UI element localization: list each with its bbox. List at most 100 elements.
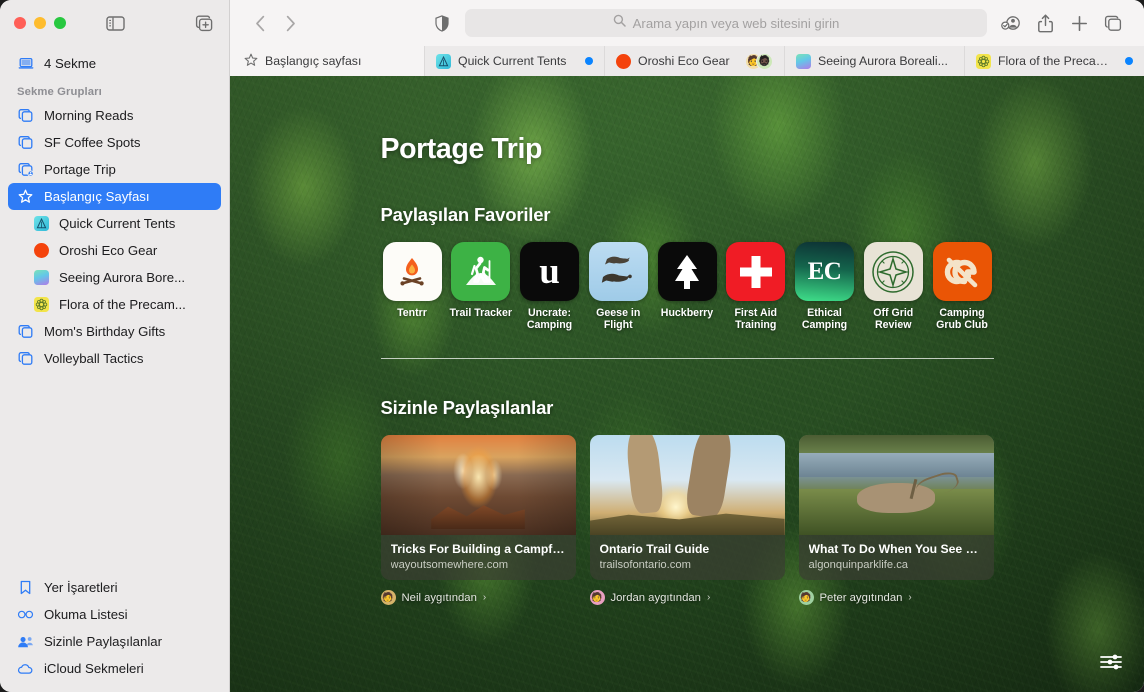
tab-label: Seeing Aurora Boreali... — [818, 54, 948, 68]
sidebar-item-bookmarks[interactable]: Yer İşaretleri — [8, 574, 221, 601]
favorite-label: Off Grid Review — [873, 307, 914, 331]
tab-flora-of-the-precambrian[interactable]: Flora of the Precambi... — [965, 46, 1144, 76]
favorite-uncrate-camping[interactable]: u Uncrate: Camping — [518, 242, 581, 331]
sidebar-group-volleyball-tactics[interactable]: Volleyball Tactics — [8, 345, 221, 372]
shared-with-you-heading: Sizinle Paylaşılanlar — [380, 397, 554, 418]
sidebar-group-morning-reads[interactable]: Morning Reads — [8, 102, 221, 129]
laptop-icon — [17, 55, 34, 72]
sidebar-scroll: 4 Sekme Sekme Grupları Morning Reads SF … — [0, 46, 229, 574]
address-bar-placeholder: Arama yapın veya web sitesini girin — [632, 15, 840, 31]
shared-profile-icon[interactable] — [995, 9, 1027, 37]
tab-quick-current-tents[interactable]: Quick Current Tents — [425, 46, 605, 76]
card-sender-row[interactable]: 🧑 Neil aygıtından › — [380, 590, 576, 605]
sidebar-toggle-icon[interactable] — [104, 12, 126, 34]
tab-start-page[interactable]: Başlangıç sayfası — [230, 46, 425, 76]
favorite-trail-tracker[interactable]: Trail Tracker — [449, 242, 512, 331]
favorite-label: Geese in Flight — [596, 307, 641, 331]
tab-label: Başlangıç sayfası — [265, 54, 362, 68]
new-tab-plus-icon[interactable] — [1063, 9, 1095, 37]
new-tab-group-icon[interactable] — [193, 12, 215, 34]
forward-chevron-icon[interactable] — [275, 9, 305, 37]
sidebar-item-reading-list[interactable]: Okuma Listesi — [8, 601, 221, 628]
compass-icon — [863, 242, 923, 301]
sidebar-group-sf-coffee-spots[interactable]: SF Coffee Spots — [8, 129, 221, 156]
sidebar: 4 Sekme Sekme Grupları Morning Reads SF … — [0, 0, 230, 692]
favorite-ethical-camping[interactable]: EC Ethical Camping — [793, 242, 856, 331]
card-site: trailsofontario.com — [599, 559, 691, 571]
card-title: Ontario Trail Guide — [599, 542, 710, 556]
favorite-first-aid-training[interactable]: First Aid Training — [724, 242, 787, 331]
hikers-sunset-photo — [589, 435, 785, 535]
sidebar-group-label: Portage Trip — [44, 162, 116, 177]
shared-with-you-icon — [17, 633, 34, 650]
shared-card-campfire[interactable]: Tricks For Building a Campfire—F... wayo… — [380, 435, 576, 605]
search-icon — [613, 14, 626, 32]
safari-window: 4 Sekme Sekme Grupları Morning Reads SF … — [0, 0, 1144, 692]
favorite-camping-grub-club[interactable]: Camping Grub Club — [931, 242, 994, 331]
card-meta: Ontario Trail Guide trailsofontario.com — [589, 535, 785, 580]
sidebar-tab-label: Oroshi Eco Gear — [59, 243, 158, 258]
sidebar-item-icloud-tabs[interactable]: iCloud Sekmeleri — [8, 655, 221, 682]
tab-group-icon — [17, 134, 34, 151]
first-aid-cross-icon — [726, 242, 786, 301]
sidebar-groups-header: Sekme Grupları — [17, 86, 102, 98]
hiker-icon — [451, 242, 511, 301]
avatar: 🧑 — [798, 590, 814, 605]
sidebar-item-devices[interactable]: 4 Sekme — [8, 50, 221, 77]
tab-oroshi-eco-gear[interactable]: Oroshi Eco Gear 🧑 🧔🏿 — [605, 46, 785, 76]
window-controls-row — [0, 0, 229, 46]
favorite-label: Tentrr — [397, 307, 427, 319]
card-site: wayoutsomewhere.com — [390, 559, 509, 571]
sidebar-bottom-label: iCloud Sekmeleri — [44, 661, 144, 676]
shared-tab-group-icon — [17, 161, 34, 178]
sidebar-group-portage-trip[interactable]: Portage Trip — [8, 156, 221, 183]
favorite-geese-in-flight[interactable]: Geese in Flight — [587, 242, 650, 331]
aurora-gradient-favicon — [796, 53, 811, 69]
tab-seeing-aurora-borealis[interactable]: Seeing Aurora Boreali... — [785, 46, 965, 76]
shared-card-moose[interactable]: What To Do When You See a Moo... algonqu… — [798, 435, 994, 605]
favorite-huckberry[interactable]: Huckberry — [656, 242, 719, 331]
pine-tree-icon — [657, 242, 717, 301]
sidebar-group-label: SF Coffee Spots — [44, 135, 141, 150]
favorite-off-grid-review[interactable]: Off Grid Review — [862, 242, 925, 331]
tab-activity-dot — [1125, 57, 1133, 65]
star-icon — [17, 188, 34, 205]
tab-group-icon — [17, 107, 34, 124]
address-search-bar[interactable]: Arama yapın veya web sitesini girin — [465, 9, 987, 37]
sidebar-tab-flora-precambrian[interactable]: Flora of the Precam... — [8, 291, 221, 318]
aurora-gradient-favicon — [34, 270, 49, 285]
sidebar-tab-start-page[interactable]: Başlangıç Sayfası — [8, 183, 221, 210]
star-icon — [244, 53, 258, 70]
zoom-button[interactable] — [54, 17, 66, 29]
card-sender-row[interactable]: 🧑 Jordan aygıtından › — [589, 590, 785, 605]
avatar: 🧑 — [589, 590, 605, 605]
tent-favicon — [34, 216, 49, 231]
sidebar-group-moms-birthday-gifts[interactable]: Mom's Birthday Gifts — [8, 318, 221, 345]
minimize-button[interactable] — [34, 17, 46, 29]
back-chevron-icon[interactable] — [245, 9, 275, 37]
card-meta: What To Do When You See a Moo... algonqu… — [798, 535, 994, 580]
share-icon[interactable] — [1029, 9, 1061, 37]
privacy-shield-icon[interactable] — [427, 9, 457, 37]
shared-card-ontario-trail[interactable]: Ontario Trail Guide trailsofontario.com … — [589, 435, 785, 605]
tab-overview-icon[interactable] — [1097, 9, 1129, 37]
sidebar-tab-label: Başlangıç Sayfası — [44, 189, 150, 204]
chevron-right-icon: › — [482, 592, 487, 603]
elk-lake-photo — [798, 435, 994, 535]
shared-favorites-heading: Paylaşılan Favoriler — [380, 204, 551, 225]
sidebar-group-label: Morning Reads — [44, 108, 134, 123]
tab-group-icon — [17, 350, 34, 367]
sidebar-tab-oroshi-eco-gear[interactable]: Oroshi Eco Gear — [8, 237, 221, 264]
favorite-tentrr[interactable]: Tentrr — [381, 242, 444, 331]
card-sender-label: Peter aygıtından — [819, 591, 903, 604]
toolbar: Arama yapın veya web sitesini girin — [230, 0, 1144, 46]
sidebar-tab-seeing-aurora[interactable]: Seeing Aurora Bore... — [8, 264, 221, 291]
sidebar-tab-quick-current-tents[interactable]: Quick Current Tents — [8, 210, 221, 237]
card-sender-label: Jordan aygıtından — [610, 591, 701, 604]
tab-bar: Başlangıç sayfası Quick Current Tents Or… — [230, 46, 1144, 76]
sidebar-item-shared-with-you[interactable]: Sizinle Paylaşılanlar — [8, 628, 221, 655]
favorite-label: Ethical Camping — [801, 307, 848, 331]
close-button[interactable] — [14, 17, 26, 29]
customize-start-page-button[interactable] — [1096, 652, 1126, 676]
card-sender-row[interactable]: 🧑 Peter aygıtından › — [798, 590, 994, 605]
